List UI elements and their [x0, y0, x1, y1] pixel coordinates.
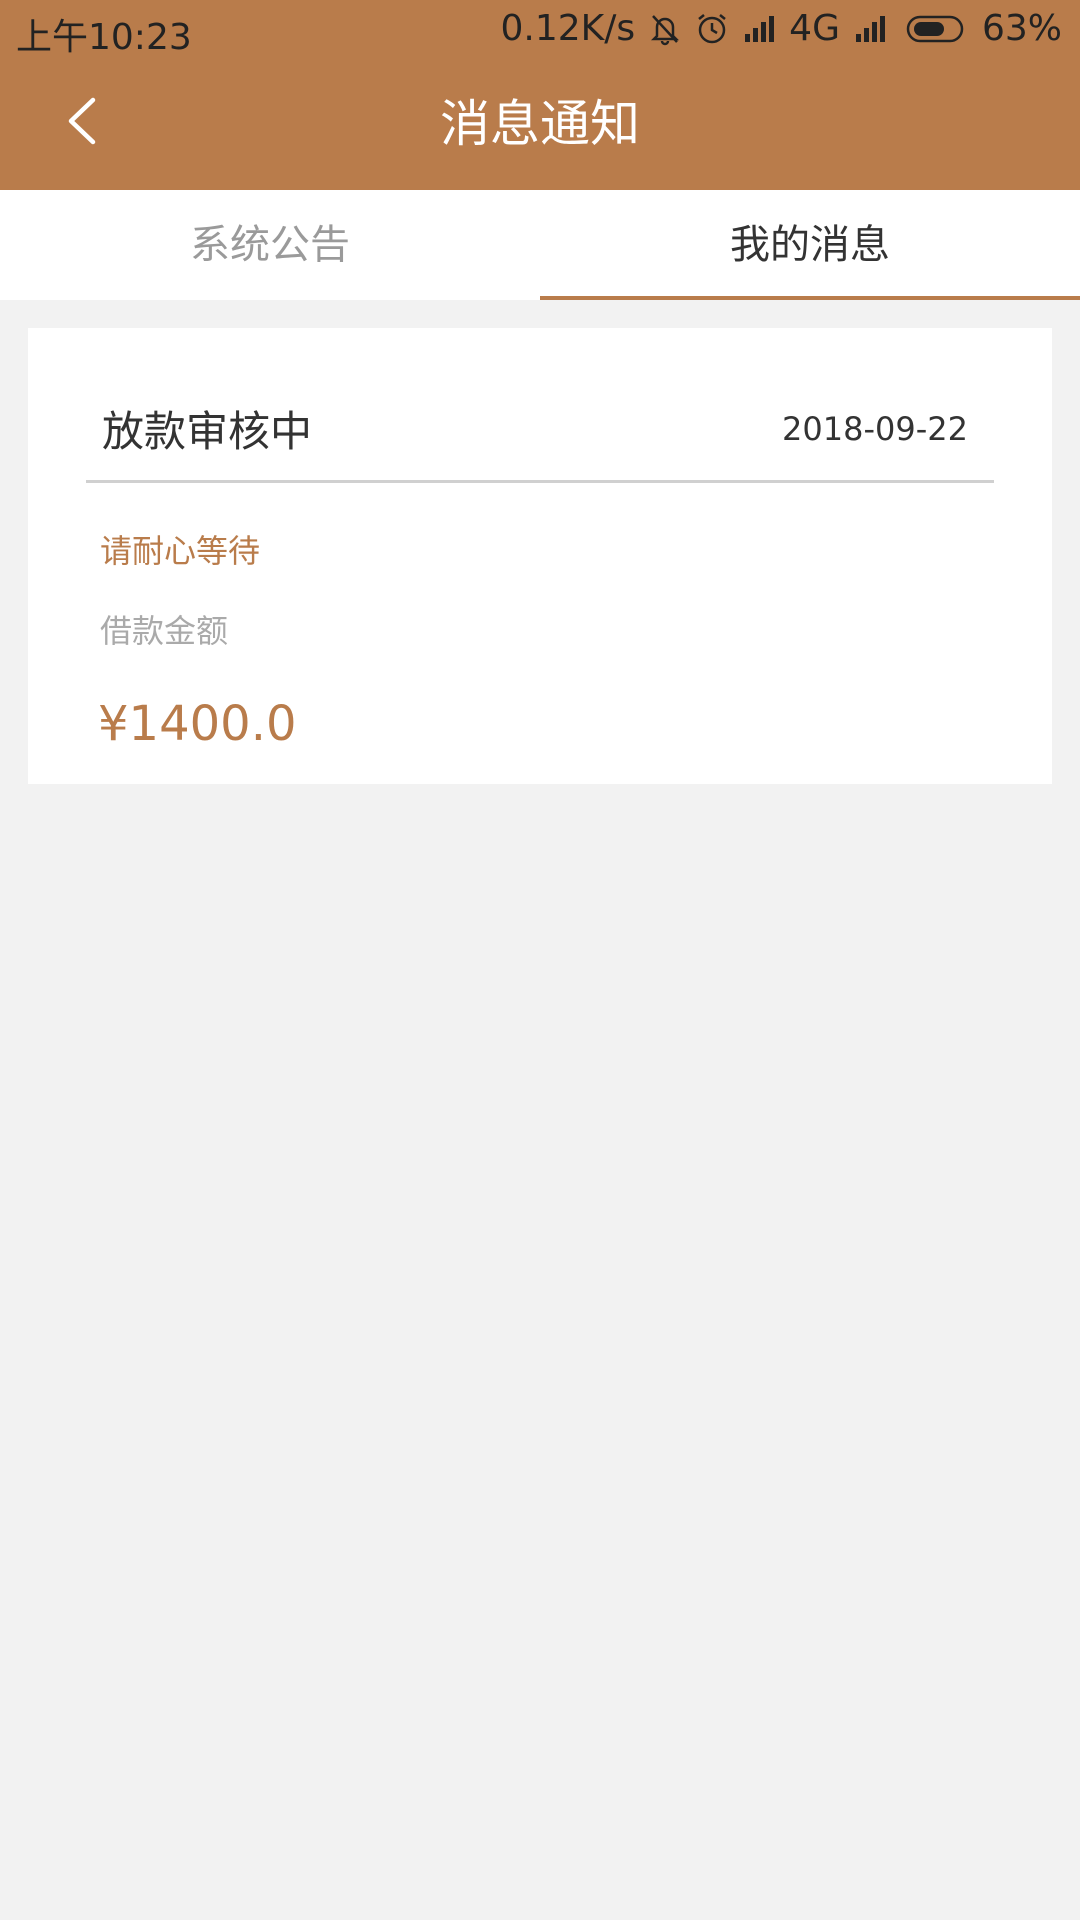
- tab-label: 系统公告: [190, 222, 350, 268]
- tab-my-messages[interactable]: 我的消息: [540, 190, 1080, 300]
- alarm-icon: [695, 12, 729, 46]
- signal-icon: [854, 14, 886, 44]
- battery-icon: [906, 14, 968, 44]
- screen: 上午10:23 0.12K/s 4G 63% 消息通知 系统公告 我的消息 放款…: [0, 0, 1080, 1920]
- tab-system-announcement[interactable]: 系统公告: [0, 190, 540, 300]
- title-bar: 消息通知: [0, 58, 1080, 190]
- tab-label: 我的消息: [730, 222, 890, 268]
- status-time: 上午10:23: [16, 17, 192, 58]
- message-title: 放款审核中: [102, 407, 313, 456]
- amount-value: ¥1400.0: [98, 696, 297, 752]
- status-bar: 上午10:23 0.12K/s 4G 63%: [0, 0, 1080, 58]
- page-title: 消息通知: [440, 95, 640, 153]
- message-status: 请耐心等待: [100, 532, 261, 570]
- app-header: 上午10:23 0.12K/s 4G 63% 消息通知: [0, 0, 1080, 190]
- network-speed: 0.12K/s: [500, 8, 636, 49]
- signal-icon: [743, 14, 775, 44]
- status-right: 0.12K/s 4G 63%: [501, 8, 1062, 49]
- message-card[interactable]: 放款审核中 2018-09-22 请耐心等待 借款金额 ¥1400.0: [28, 328, 1052, 784]
- tab-bar: 系统公告 我的消息: [0, 190, 1080, 300]
- battery-level: 63%: [981, 8, 1062, 49]
- amount-label: 借款金额: [100, 612, 229, 650]
- bell-muted-icon: [649, 12, 681, 46]
- message-date: 2018-09-22: [782, 410, 968, 448]
- active-tab-indicator: [540, 296, 1080, 300]
- network-type: 4G: [789, 8, 840, 49]
- divider: [86, 480, 994, 483]
